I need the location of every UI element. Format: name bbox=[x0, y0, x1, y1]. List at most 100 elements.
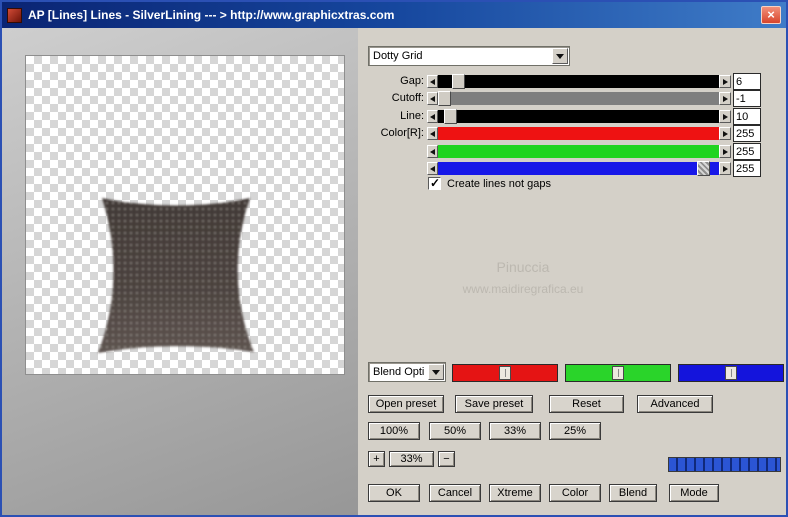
slider-left-arrow[interactable] bbox=[427, 110, 438, 123]
cancel-button[interactable]: Cancel bbox=[429, 484, 481, 502]
slider-right-arrow[interactable] bbox=[719, 162, 731, 175]
xtreme-button[interactable]: Xtreme bbox=[489, 484, 541, 502]
blend-slider-blue[interactable] bbox=[678, 364, 784, 382]
create-lines-label: Create lines not gaps bbox=[447, 178, 551, 190]
plugin-window: AP [Lines] Lines - SilverLining --- > ht… bbox=[0, 0, 788, 517]
preset-dropdown[interactable]: Dotty Grid bbox=[368, 46, 570, 66]
slider-thumb[interactable] bbox=[443, 109, 457, 124]
zoom-plus-button[interactable]: + bbox=[368, 451, 385, 467]
slider-label: Line: bbox=[400, 110, 424, 122]
slider-row-color-g bbox=[358, 143, 764, 160]
save-preset-button[interactable]: Save preset bbox=[455, 395, 533, 413]
preview-pane bbox=[2, 28, 358, 515]
titlebar[interactable]: AP [Lines] Lines - SilverLining --- > ht… bbox=[2, 2, 786, 28]
slider-label: Cutoff: bbox=[391, 92, 424, 104]
blend-dropdown-value: Blend Opti bbox=[373, 366, 425, 378]
right-arrow-icon bbox=[722, 95, 728, 102]
slider-right-arrow[interactable] bbox=[719, 110, 731, 123]
zoom-50-button[interactable]: 50% bbox=[429, 422, 481, 440]
slider-label bbox=[358, 160, 424, 177]
ok-button[interactable]: OK bbox=[368, 484, 420, 502]
preview-canvas[interactable] bbox=[25, 55, 345, 375]
slider-left-arrow[interactable] bbox=[427, 92, 438, 105]
window-body: Dotty Grid Gap: Cutoff: bbox=[2, 28, 786, 515]
slider-value-input[interactable] bbox=[733, 160, 761, 177]
slider-thumb[interactable] bbox=[696, 161, 710, 176]
slider-right-arrow[interactable] bbox=[719, 75, 731, 88]
preview-shape bbox=[98, 198, 254, 353]
slider-right-arrow[interactable] bbox=[719, 127, 731, 140]
right-arrow-icon bbox=[722, 130, 728, 137]
zoom-33-button[interactable]: 33% bbox=[489, 422, 541, 440]
slider-thumb[interactable] bbox=[452, 74, 466, 89]
create-lines-row: ✓ Create lines not gaps bbox=[358, 176, 658, 191]
slider-thumb[interactable] bbox=[438, 91, 451, 106]
slider-row-color-r: Color[R]: bbox=[358, 125, 764, 142]
app-icon bbox=[7, 7, 22, 23]
slider-label: Color[R]: bbox=[380, 127, 424, 139]
chevron-down-icon bbox=[432, 369, 440, 375]
slider-track[interactable] bbox=[438, 145, 719, 158]
close-button[interactable]: × bbox=[761, 6, 781, 24]
preset-dropdown-value: Dotty Grid bbox=[373, 50, 423, 62]
slider-label bbox=[358, 143, 424, 160]
slider-row-gap: Gap: bbox=[358, 73, 764, 90]
zoom-25-button[interactable]: 25% bbox=[549, 422, 601, 440]
slider-value-input[interactable] bbox=[733, 90, 761, 107]
slider-left-arrow[interactable] bbox=[427, 75, 438, 88]
left-arrow-icon bbox=[430, 78, 435, 85]
slider-value-input[interactable] bbox=[733, 143, 761, 160]
close-icon: × bbox=[767, 7, 775, 22]
left-arrow-icon bbox=[430, 113, 435, 120]
zoom-minus-button[interactable]: − bbox=[438, 451, 455, 467]
right-arrow-icon bbox=[722, 165, 728, 172]
watermark-line2: www.maidiregrafica.eu bbox=[462, 282, 584, 296]
slider-left-arrow[interactable] bbox=[427, 145, 438, 158]
slider-left-arrow[interactable] bbox=[427, 162, 438, 175]
blend-options-dropdown[interactable]: Blend Opti bbox=[368, 362, 446, 382]
reset-button[interactable]: Reset bbox=[549, 395, 624, 413]
blend-slider-green-thumb[interactable] bbox=[612, 366, 624, 380]
slider-track[interactable] bbox=[438, 74, 719, 89]
right-arrow-icon bbox=[722, 78, 728, 85]
slider-row-cutoff: Cutoff: bbox=[358, 90, 764, 107]
zoom-level-value: 33% bbox=[389, 451, 434, 467]
blend-slider-blue-thumb[interactable] bbox=[725, 366, 737, 380]
preset-dropdown-arrow[interactable] bbox=[552, 48, 568, 64]
progress-bar bbox=[668, 457, 781, 472]
right-arrow-icon bbox=[722, 113, 728, 120]
slider-left-arrow[interactable] bbox=[427, 127, 438, 140]
slider-value-input[interactable] bbox=[733, 73, 761, 90]
advanced-button[interactable]: Advanced bbox=[637, 395, 713, 413]
left-arrow-icon bbox=[430, 148, 435, 155]
blend-slider-red-thumb[interactable] bbox=[499, 366, 511, 380]
left-arrow-icon bbox=[430, 95, 435, 102]
slider-value-input[interactable] bbox=[733, 108, 761, 125]
blend-dropdown-arrow[interactable] bbox=[428, 364, 444, 380]
watermark-line1: Pinuccia bbox=[496, 259, 550, 275]
watermark: Pinuccia www.maidiregrafica.eu bbox=[418, 259, 628, 296]
blend-slider-red[interactable] bbox=[452, 364, 558, 382]
slider-track[interactable] bbox=[438, 127, 719, 140]
left-arrow-icon bbox=[430, 130, 435, 137]
left-arrow-icon bbox=[430, 165, 435, 172]
slider-track[interactable] bbox=[438, 91, 719, 106]
slider-right-arrow[interactable] bbox=[719, 145, 731, 158]
open-preset-button[interactable]: Open preset bbox=[368, 395, 444, 413]
slider-value-input[interactable] bbox=[733, 125, 761, 142]
slider-row-color-b bbox=[358, 160, 764, 177]
create-lines-checkbox[interactable]: ✓ bbox=[428, 176, 441, 190]
slider-right-arrow[interactable] bbox=[719, 92, 731, 105]
window-title: AP [Lines] Lines - SilverLining --- > ht… bbox=[28, 8, 395, 22]
control-pane: Dotty Grid Gap: Cutoff: bbox=[358, 28, 786, 515]
chevron-down-icon bbox=[556, 53, 564, 59]
zoom-100-button[interactable]: 100% bbox=[368, 422, 420, 440]
right-arrow-icon bbox=[722, 148, 728, 155]
slider-track[interactable] bbox=[438, 161, 719, 176]
blend-button[interactable]: Blend bbox=[609, 484, 657, 502]
slider-row-line: Line: bbox=[358, 108, 764, 125]
slider-track[interactable] bbox=[438, 109, 719, 124]
color-button[interactable]: Color bbox=[549, 484, 601, 502]
mode-button[interactable]: Mode bbox=[669, 484, 719, 502]
blend-slider-green[interactable] bbox=[565, 364, 671, 382]
